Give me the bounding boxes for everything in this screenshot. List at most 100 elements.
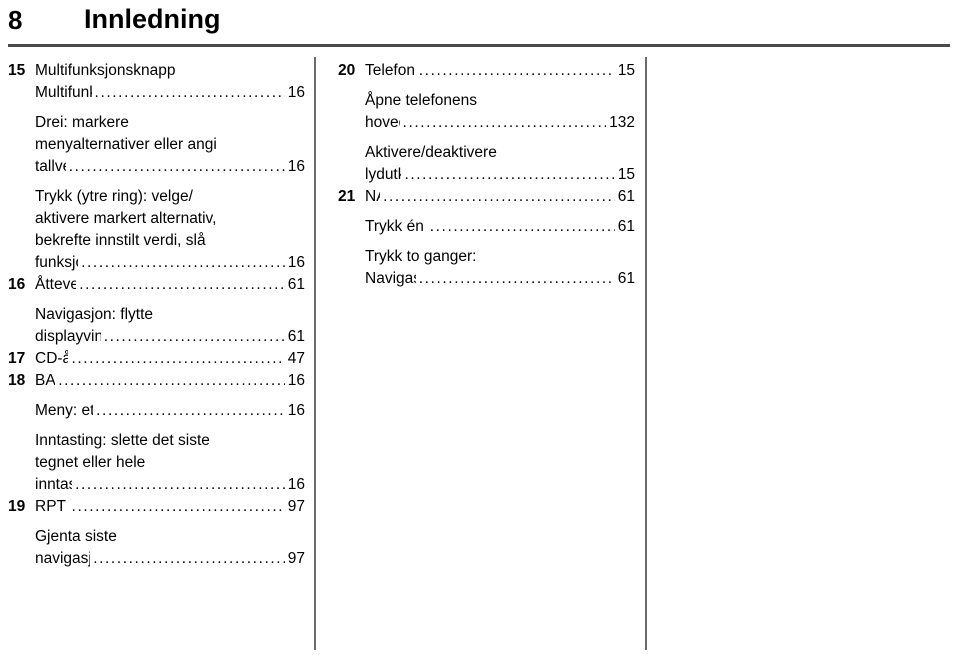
toc-entry-leader-line: Åtteveisbryter..........................… — [35, 274, 305, 296]
toc-entry-label: lydutkobling — [365, 166, 401, 183]
toc-entry-page: 16 — [287, 84, 305, 101]
toc-dot-leader: ........................................… — [93, 550, 285, 567]
toc-entry-body: Aktivere/deaktivere lydutkobling.........… — [365, 142, 635, 186]
toc-entry-label: RPT / NAV — [35, 498, 69, 515]
toc-entry-leader-line: Navigasjonsmeny.........................… — [365, 268, 635, 290]
toc-entry-label: tallverdier — [35, 158, 66, 175]
toc-entry-body: Trykk (ytre ring): velge/aktivere marker… — [35, 186, 305, 274]
toc-entry[interactable]: Drei: markere menyalternativer eller angi… — [8, 112, 305, 178]
toc-entry-number: 18 — [8, 372, 26, 389]
toc-dot-leader: ........................................… — [402, 114, 607, 131]
toc-entry-page: 16 — [287, 402, 305, 419]
toc-entry[interactable]: 16 Åtteveisbryter........................… — [8, 274, 305, 296]
toc-entry-line: Trykk to ganger: — [365, 248, 477, 265]
toc-entry-body: Drei: markere menyalternativer eller angi… — [35, 112, 305, 178]
toc-entry-body: Inntasting: slette det siste tegnet eller… — [35, 430, 305, 496]
toc-entry-page: 61 — [287, 276, 305, 293]
toc-entry[interactable]: 20 Telefon / demping.....................… — [338, 60, 635, 82]
toc-entry-line: menyalternativer eller angi — [35, 136, 217, 153]
toc-entry[interactable]: Meny: ett nivå tilbake..................… — [8, 400, 305, 422]
toc-entry-body: CD-åpning...............................… — [35, 348, 305, 370]
toc-dot-leader: ........................................… — [96, 402, 285, 419]
toc-entry[interactable]: Trykk (ytre ring): velge/aktivere marker… — [8, 186, 305, 274]
toc-entry-line: Drei: markere — [35, 114, 129, 131]
toc-entry[interactable]: Trykk én gang: Vis kart.................… — [338, 216, 635, 238]
toc-entry-page: 16 — [287, 158, 305, 175]
toc-entry-line: Gjenta siste — [35, 528, 117, 545]
toc-dot-leader: ........................................… — [404, 166, 614, 183]
toc-dot-leader: ........................................… — [418, 62, 615, 79]
toc-entry-spacer — [8, 422, 305, 430]
toc-entry-spacer — [338, 82, 635, 90]
toc-entry-spacer — [8, 392, 305, 400]
toc-entry-number: 19 — [8, 498, 26, 515]
toc-entry-leader-line: inntastingen............................… — [35, 474, 305, 496]
toc-entry-spacer — [8, 178, 305, 186]
toc-entry-label: funksjon på/av — [35, 254, 78, 271]
toc-dot-leader: ........................................… — [418, 270, 615, 287]
toc-entry-leader-line: Trykk én gang: Vis kart.................… — [365, 216, 635, 238]
toc-entry-body: Meny: ett nivå tilbake..................… — [35, 400, 305, 422]
toc-dot-leader: ........................................… — [94, 84, 285, 101]
toc-entry-line: tegnet eller hele — [35, 454, 146, 471]
chapter-title: Innledning — [84, 4, 221, 34]
toc-entry-label: displayvindu i kartvisning — [35, 328, 101, 345]
toc-entry-leader-line: lydutkobling............................… — [365, 164, 635, 186]
toc-entry[interactable]: 15MultifunksjonsknappMultifunksjonsknapp… — [8, 60, 305, 104]
toc-entry-spacer — [338, 134, 635, 142]
column-divider-left — [314, 57, 316, 650]
toc-entry-leader-line: NAV.....................................… — [365, 186, 635, 208]
toc-entry-page: 61 — [617, 188, 635, 205]
toc-entry-spacer — [8, 296, 305, 304]
toc-dot-leader: ........................................… — [71, 350, 285, 367]
toc-entry-label: hovedmeny — [365, 114, 400, 131]
toc-entry[interactable]: 18 BACK..................................… — [8, 370, 305, 392]
toc-entry-label: NAV — [365, 188, 380, 205]
toc-entry-body: Navigasjon: flytte displayvindu i kartvis… — [35, 304, 305, 348]
toc-entry-page: 97 — [287, 498, 305, 515]
toc-entry[interactable]: 21 NAV...................................… — [338, 186, 635, 208]
toc-entry[interactable]: Trykk to ganger: Navigasjonsmeny.........… — [338, 246, 635, 290]
toc-entry-body: Åpne telefonens hovedmeny................… — [365, 90, 635, 134]
toc-dot-leader: ........................................… — [81, 254, 285, 271]
toc-entry-spacer — [8, 104, 305, 112]
toc-entry-page: 61 — [617, 270, 635, 287]
toc-dot-leader: ........................................… — [58, 372, 285, 389]
toc-entry-leader-line: BACK....................................… — [35, 370, 305, 392]
toc-entry-page: 15 — [617, 166, 635, 183]
toc-entry-body: BACK....................................… — [35, 370, 305, 392]
toc-entry-page: 61 — [617, 218, 635, 235]
toc-entry-line: bekrefte innstilt verdi, slå — [35, 232, 206, 249]
toc-entry[interactable]: Inntasting: slette det siste tegnet eller… — [8, 430, 305, 496]
toc-dot-leader: ........................................… — [383, 188, 615, 205]
toc-entry-label: Åtteveisbryter — [35, 276, 77, 293]
toc-entry[interactable]: Aktivere/deaktivere lydutkobling.........… — [338, 142, 635, 186]
toc-entry-line: Multifunksjonsknapp — [35, 62, 176, 79]
toc-entry-leader-line: Meny: ett nivå tilbake..................… — [35, 400, 305, 422]
toc-entry-label: Trykk én gang: Vis kart — [365, 218, 427, 235]
toc-entry-line: Aktivere/deaktivere — [365, 144, 497, 161]
toc-entry-page: 16 — [287, 254, 305, 271]
toc-entry-leader-line: Telefon / demping.......................… — [365, 60, 635, 82]
toc-entry-leader-line: displayvindu i kartvisning..............… — [35, 326, 305, 348]
toc-entry-page: 16 — [287, 372, 305, 389]
toc-entry-line: Trykk (ytre ring): velge/ — [35, 188, 193, 205]
toc-entry[interactable]: Gjenta siste navigasjonsmelding..........… — [8, 526, 305, 570]
toc-entry-body: Åtteveisbryter..........................… — [35, 274, 305, 296]
page-number: 8 — [8, 5, 23, 35]
toc-entry-label: Telefon / demping — [365, 62, 416, 79]
toc-entry-line: aktivere markert alternativ, — [35, 210, 217, 227]
toc-entry[interactable]: 19 RPT / NAV.............................… — [8, 496, 305, 518]
toc-entry-leader-line: hovedmeny...............................… — [365, 112, 635, 134]
toc-entry-leader-line: funksjon på/av..........................… — [35, 252, 305, 274]
toc-entry-spacer — [338, 238, 635, 246]
toc-entry[interactable]: Åpne telefonens hovedmeny................… — [338, 90, 635, 134]
toc-entry-label: CD-åpning — [35, 350, 69, 367]
toc-entry-line: Inntasting: slette det siste — [35, 432, 210, 449]
toc-entry-label: Meny: ett nivå tilbake — [35, 402, 94, 419]
toc-entry-number: 15 — [8, 62, 26, 79]
toc-entry-label: Navigasjonsmeny — [365, 270, 416, 287]
toc-entry[interactable]: Navigasjon: flytte displayvindu i kartvis… — [8, 304, 305, 348]
toc-entry[interactable]: 17 CD-åpning.............................… — [8, 348, 305, 370]
toc-entry-page: 15 — [617, 62, 635, 79]
